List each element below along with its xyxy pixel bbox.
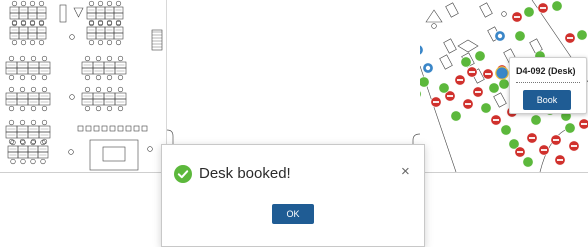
unavailable-desk-icon bbox=[564, 32, 576, 44]
available-desk-icon bbox=[460, 56, 472, 68]
selected-desk-icon bbox=[495, 66, 509, 80]
desk-outline bbox=[439, 54, 453, 70]
check-circle-icon bbox=[174, 165, 192, 183]
unavailable-desk-icon bbox=[514, 146, 526, 158]
desk-label: D4-092 (Desk) bbox=[516, 66, 576, 76]
available-desk-icon bbox=[551, 0, 563, 12]
available-desk-icon bbox=[438, 82, 450, 94]
booked-desk-icon bbox=[494, 30, 506, 42]
floor-plan-left[interactable] bbox=[0, 0, 166, 172]
pillar bbox=[59, 4, 67, 23]
desk-outline bbox=[445, 2, 459, 18]
desk-outline bbox=[493, 92, 507, 108]
unavailable-desk-icon bbox=[568, 140, 580, 152]
available-desk-icon bbox=[420, 90, 422, 98]
unavailable-desk-icon bbox=[538, 144, 550, 156]
unavailable-desk-icon bbox=[466, 66, 478, 78]
available-desk-icon bbox=[498, 78, 510, 90]
unavailable-desk-icon bbox=[578, 118, 588, 130]
desk-tooltip: D4-092 (Desk) Book bbox=[509, 57, 587, 114]
available-desk-icon bbox=[474, 50, 486, 62]
desk-block bbox=[5, 55, 51, 81]
unavailable-desk-icon bbox=[526, 132, 538, 144]
desk-outline bbox=[443, 38, 457, 54]
available-desk-icon bbox=[530, 114, 542, 126]
ok-button[interactable]: OK bbox=[272, 204, 314, 224]
dialog-message: Desk booked! bbox=[199, 165, 291, 182]
unavailable-desk-icon bbox=[537, 2, 549, 14]
booked-desk-icon bbox=[422, 62, 434, 74]
diamond-marker bbox=[425, 9, 443, 23]
available-desk-icon bbox=[564, 122, 576, 134]
booking-confirmation-dialog: Desk booked! × OK bbox=[161, 144, 425, 247]
desk-block bbox=[81, 55, 127, 81]
unavailable-desk-icon bbox=[472, 86, 484, 98]
available-desk-icon bbox=[500, 124, 512, 136]
available-desk-icon bbox=[576, 29, 588, 41]
floor-plan-left-panel[interactable] bbox=[0, 0, 167, 173]
available-desk-icon bbox=[480, 102, 492, 114]
booked-desk-icon bbox=[420, 44, 424, 56]
meeting-room bbox=[89, 139, 139, 171]
desk-block bbox=[7, 139, 49, 165]
unavailable-desk-icon bbox=[554, 154, 566, 166]
tooltip-divider bbox=[516, 82, 580, 83]
desk-block bbox=[81, 86, 127, 112]
triangle-marker bbox=[73, 7, 84, 18]
available-desk-icon bbox=[450, 110, 462, 122]
unavailable-desk-icon bbox=[550, 134, 562, 146]
unavailable-desk-icon bbox=[490, 114, 502, 126]
unavailable-desk-icon bbox=[511, 11, 523, 23]
desk-outline bbox=[479, 2, 493, 18]
close-icon[interactable]: × bbox=[401, 164, 410, 180]
available-desk-icon bbox=[514, 30, 526, 42]
diamond-marker bbox=[457, 39, 479, 53]
booking-screen: D4-092 (Desk) Book Desk booked! × OK bbox=[0, 0, 588, 247]
available-desk-icon bbox=[488, 82, 500, 94]
desk-block bbox=[5, 86, 51, 112]
available-desk-icon bbox=[523, 6, 535, 18]
unavailable-desk-icon bbox=[430, 96, 442, 108]
book-button[interactable]: Book bbox=[523, 90, 571, 110]
meeting-table bbox=[102, 146, 126, 162]
available-desk-icon bbox=[522, 156, 534, 168]
unavailable-desk-icon bbox=[482, 68, 494, 80]
unavailable-desk-icon bbox=[462, 98, 474, 110]
available-desk-icon bbox=[420, 76, 430, 88]
unavailable-desk-icon bbox=[454, 74, 466, 86]
